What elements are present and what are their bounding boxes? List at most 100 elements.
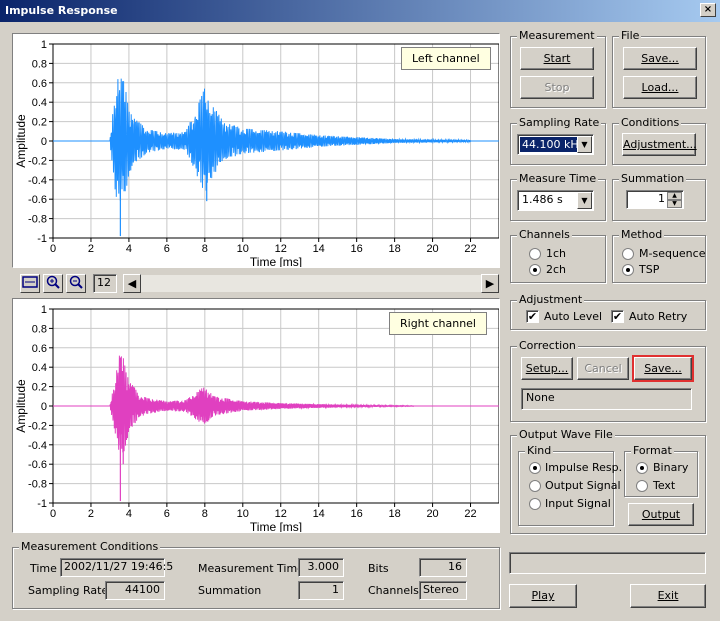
- correction-setup-button[interactable]: Setup...: [521, 357, 573, 380]
- stepper-up-icon[interactable]: ▲: [667, 192, 682, 200]
- y-tick-label: 1: [41, 304, 47, 316]
- channels-1ch-radio[interactable]: [529, 248, 541, 260]
- y-axis-label: Amplitude: [14, 114, 28, 168]
- left-channel-plot: 0 2 4 6 8 10 12 14 16 18 20 22 1 0.8 0.6 0.4 0.2 0 -0.2 -0.…: [12, 33, 500, 269]
- y-tick-label: -0.4: [28, 440, 47, 452]
- y-tick-label: -0.2: [28, 420, 47, 432]
- auto-retry-label: Auto Retry: [629, 310, 688, 323]
- kind-impulse-radio[interactable]: [529, 462, 541, 474]
- y-tick-label: -1: [37, 233, 47, 245]
- y-tick-label: -0.6: [28, 194, 47, 206]
- channels-2ch-radio[interactable]: [529, 264, 541, 276]
- method-tsp-radio[interactable]: [622, 264, 634, 276]
- y-tick-label: 0.8: [32, 323, 47, 335]
- kind-impulse-label: Impulse Resp.: [545, 461, 623, 474]
- y-tick-label: 0: [41, 136, 47, 148]
- scroll-right-icon[interactable]: ▶: [481, 274, 499, 293]
- auto-level-label: Auto Level: [544, 310, 603, 323]
- sampling-rate-label: Sampling Rate: [28, 584, 109, 597]
- measurement-time-label: Measurement Time: [198, 562, 304, 575]
- exit-button[interactable]: Exit: [630, 584, 706, 608]
- format-binary-label: Binary: [653, 461, 689, 474]
- y-tick-label: 0.4: [32, 97, 47, 109]
- method-tsp-label: TSP: [639, 263, 660, 276]
- y-tick-label: 0.6: [32, 343, 47, 355]
- method-title: Method: [619, 228, 665, 241]
- scroll-left-icon[interactable]: ◀: [123, 274, 141, 293]
- y-tick-label: 1: [41, 39, 47, 51]
- y-tick-label: -1: [37, 498, 47, 510]
- status-bar: [509, 552, 706, 574]
- auto-level-checkbox[interactable]: ✔: [526, 310, 539, 323]
- adjustment-button[interactable]: Adjustment...: [622, 133, 697, 156]
- y-tick-label: 0.2: [32, 382, 47, 394]
- bits-label: Bits: [368, 562, 389, 575]
- x-tick-label: 2: [88, 243, 94, 255]
- close-icon[interactable]: ×: [700, 3, 716, 17]
- time-label: Time: [30, 562, 57, 575]
- format-text-radio[interactable]: [636, 480, 648, 492]
- x-tick-label: 18: [388, 508, 400, 520]
- sampling-rate-value: 44.100 kHz: [520, 137, 577, 152]
- y-tick-label: 0.8: [32, 58, 47, 70]
- y-tick-label: -0.2: [28, 155, 47, 167]
- horizontal-scrollbar[interactable]: ◀ ▶: [122, 274, 500, 293]
- x-tick-label: 10: [237, 243, 249, 255]
- format-binary-radio[interactable]: [636, 462, 648, 474]
- kind-output-signal-label: Output Signal: [545, 479, 621, 492]
- file-title: File: [619, 29, 642, 42]
- time-field: 2002/11/27 19:46:5: [60, 558, 174, 577]
- zoom-level-field: 12: [93, 274, 117, 293]
- zoom-in-icon[interactable]: [43, 274, 63, 293]
- output-button[interactable]: Output: [628, 503, 694, 526]
- sampling-rate-select[interactable]: 44.100 kHz ▼: [517, 134, 594, 155]
- correction-title: Correction: [517, 339, 578, 352]
- x-tick-label: 20: [426, 508, 438, 520]
- channels-label: Channels: [368, 584, 419, 597]
- x-tick-label: 6: [164, 243, 170, 255]
- sampling-rate-field: 44100: [105, 581, 165, 600]
- window-title: Impulse Response: [5, 4, 118, 17]
- x-tick-label: 22: [464, 243, 476, 255]
- play-button[interactable]: Play: [509, 584, 577, 608]
- y-tick-label: 0: [41, 401, 47, 413]
- adjustment-title: Adjustment: [517, 293, 585, 306]
- file-save-button[interactable]: Save...: [623, 47, 697, 70]
- stop-button[interactable]: Stop: [520, 76, 594, 99]
- measurement-title: Measurement: [517, 29, 597, 42]
- channels-field: Stereo: [419, 581, 467, 600]
- kind-input-signal-radio[interactable]: [529, 498, 541, 510]
- measure-time-select[interactable]: 1.486 s ▼: [517, 190, 594, 211]
- method-msequence-radio[interactable]: [622, 248, 634, 260]
- y-tick-label: -0.6: [28, 459, 47, 471]
- x-tick-label: 8: [202, 508, 208, 520]
- summation-stepper[interactable]: 1 ▲ ▼: [626, 190, 684, 209]
- summation-label: Summation: [198, 584, 262, 597]
- format-text-label: Text: [653, 479, 676, 492]
- time-value: 2002/11/27 19:46:5: [64, 560, 174, 573]
- start-button[interactable]: Start: [520, 47, 594, 70]
- zoom-level-value: 12: [97, 276, 111, 289]
- summation-field: 1: [298, 581, 344, 600]
- fit-width-icon[interactable]: [20, 274, 40, 293]
- correction-save-button[interactable]: Save...: [632, 355, 694, 382]
- x-tick-label: 4: [126, 508, 132, 520]
- stepper-down-icon[interactable]: ▼: [667, 200, 682, 208]
- correction-cancel-button[interactable]: Cancel: [577, 357, 629, 380]
- chevron-down-icon[interactable]: ▼: [577, 192, 592, 209]
- conditions-title: Conditions: [619, 116, 682, 129]
- correction-file-field: None: [521, 388, 692, 410]
- auto-retry-checkbox[interactable]: ✔: [611, 310, 624, 323]
- bits-field: 16: [419, 558, 467, 577]
- file-load-button[interactable]: Load...: [623, 76, 697, 99]
- channels-2ch-label: 2ch: [546, 263, 567, 276]
- summation-title: Summation: [619, 172, 687, 185]
- window-title-bar: Impulse Response: [0, 0, 720, 22]
- left-channel-legend: Left channel: [401, 47, 491, 70]
- zoom-out-icon[interactable]: [66, 274, 86, 293]
- correction-file-value: None: [526, 391, 555, 404]
- kind-output-signal-radio[interactable]: [529, 480, 541, 492]
- chevron-down-icon[interactable]: ▼: [577, 136, 592, 153]
- x-tick-label: 16: [351, 508, 363, 520]
- x-tick-label: 4: [126, 243, 132, 255]
